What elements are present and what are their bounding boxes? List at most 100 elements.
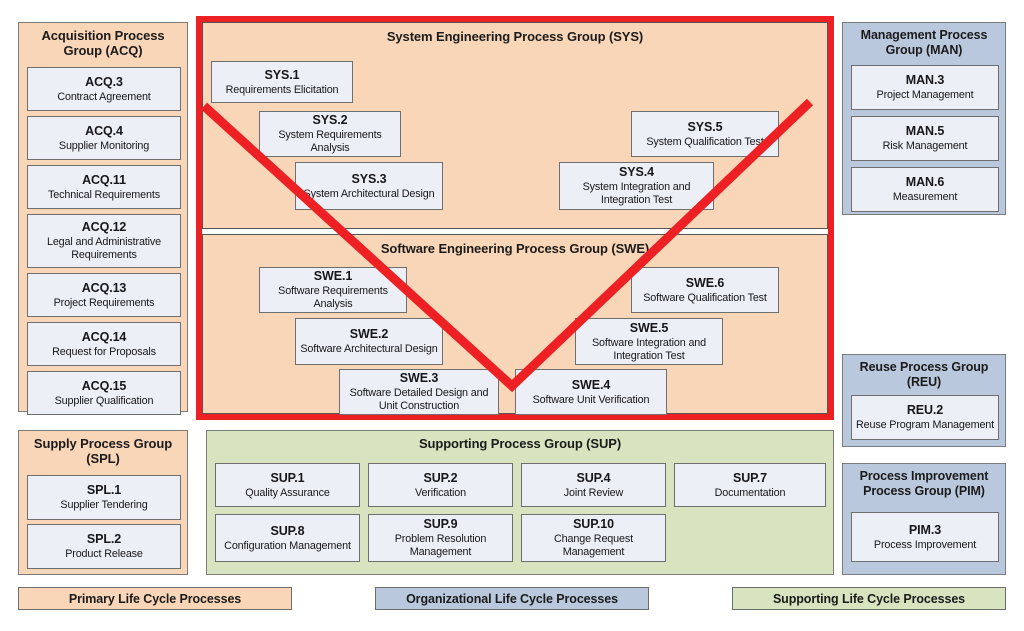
process-name: Requirements Elicitation: [225, 83, 339, 96]
process-id: REU.2: [906, 403, 944, 418]
system-engineering-process-group-title: System Engineering Process Group (SYS): [386, 29, 644, 44]
process-name: Change Request Management: [554, 533, 633, 558]
process-id: SWE.3: [399, 371, 439, 386]
process-box-acq-11[interactable]: ACQ.11 Technical Requirements: [27, 165, 181, 209]
process-name: Problem Resolution Management: [394, 533, 487, 558]
process-name: Project Requirements: [53, 296, 155, 309]
process-name: Measurement: [892, 191, 958, 204]
process-name: Supplier Tendering: [60, 499, 148, 512]
process-box-man-6[interactable]: MAN.6 Measurement: [851, 167, 999, 212]
process-id: SUP.7: [732, 470, 767, 485]
management-process-group-title: Management Process Group (MAN): [860, 28, 988, 57]
process-name: Quality Assurance: [245, 486, 330, 499]
legend-primary-life-cycle: Primary Life Cycle Processes: [18, 587, 292, 610]
process-box-sup-10[interactable]: SUP.10 Change Request Management: [521, 514, 666, 562]
process-improvement-process-group-title: Process Improvement Process Group (PIM): [859, 469, 989, 498]
process-box-reu-2[interactable]: REU.2 Reuse Program Management: [851, 395, 999, 440]
process-name: Joint Review: [563, 486, 624, 499]
process-id: SPL.1: [86, 483, 122, 498]
process-box-swe-3[interactable]: SWE.3 Software Detailed Design and Unit …: [339, 369, 499, 415]
process-id: SWE.4: [571, 377, 611, 392]
process-box-man-3[interactable]: MAN.3 Project Management: [851, 65, 999, 110]
management-process-group: Management Process Group (MAN) MAN.3 Pro…: [842, 22, 1006, 215]
process-box-acq-15[interactable]: ACQ.15 Supplier Qualification: [27, 371, 181, 415]
process-id: SYS.1: [264, 67, 300, 82]
process-name: Legal and Administrative Requirements: [46, 236, 162, 261]
process-box-swe-4[interactable]: SWE.4 Software Unit Verification: [515, 369, 667, 415]
reuse-process-group-title: Reuse Process Group (REU): [859, 360, 989, 389]
process-name: Software Unit Verification: [532, 393, 650, 406]
process-id: SWE.6: [685, 275, 725, 290]
process-name: Technical Requirements: [48, 188, 160, 201]
process-id: SUP.1: [270, 470, 305, 485]
process-box-sys-4[interactable]: SYS.4 System Integration and Integration…: [559, 162, 714, 210]
process-id: SPL.2: [86, 532, 122, 547]
process-name: Documentation: [714, 486, 786, 499]
process-name: System Qualification Test: [646, 135, 764, 148]
process-box-sys-5[interactable]: SYS.5 System Qualification Test: [631, 111, 779, 157]
process-name: Verification: [414, 486, 466, 499]
process-name: Configuration Management: [224, 539, 351, 552]
process-box-sys-1[interactable]: SYS.1 Requirements Elicitation: [211, 61, 353, 103]
process-box-swe-5[interactable]: SWE.5 Software Integration and Integrati…: [575, 318, 723, 365]
process-id: SWE.5: [629, 320, 669, 335]
supply-process-group: Supply Process Group (SPL) SPL.1 Supplie…: [18, 430, 188, 575]
process-box-sup-4[interactable]: SUP.4 Joint Review: [521, 463, 666, 507]
process-box-acq-14[interactable]: ACQ.14 Request for Proposals: [27, 322, 181, 366]
process-name: Process Improvement: [873, 538, 977, 551]
process-id: ACQ.4: [85, 123, 123, 138]
process-id: SYS.3: [351, 171, 387, 186]
process-id: MAN.3: [905, 73, 945, 88]
process-box-sup-2[interactable]: SUP.2 Verification: [368, 463, 513, 507]
process-id: ACQ.12: [81, 220, 127, 235]
process-box-sys-3[interactable]: SYS.3 System Architectural Design: [295, 162, 443, 210]
process-box-man-5[interactable]: MAN.5 Risk Management: [851, 116, 999, 161]
process-name: System Integration and Integration Test: [582, 181, 691, 206]
process-box-spl-2[interactable]: SPL.2 Product Release: [27, 524, 181, 569]
process-box-pim-3[interactable]: PIM.3 Process Improvement: [851, 512, 999, 562]
process-box-acq-3[interactable]: ACQ.3 Contract Agreement: [27, 67, 181, 111]
process-box-sys-2[interactable]: SYS.2 System Requirements Analysis: [259, 111, 401, 157]
acquisition-process-group: Acquisition Process Group (ACQ) ACQ.3 Co…: [18, 22, 188, 415]
process-name: Software Integration and Integration Tes…: [591, 336, 707, 362]
process-id: MAN.5: [905, 124, 945, 139]
supply-process-group-title: Supply Process Group (SPL): [33, 436, 173, 467]
process-id: SUP.10: [573, 517, 614, 532]
process-box-swe-2[interactable]: SWE.2 Software Architectural Design: [295, 318, 443, 365]
process-name: Software Architectural Design: [300, 343, 438, 356]
supporting-process-group-title: Supporting Process Group (SUP): [418, 436, 622, 451]
process-box-acq-4[interactable]: ACQ.4 Supplier Monitoring: [27, 116, 181, 160]
process-box-sup-1[interactable]: SUP.1 Quality Assurance: [215, 463, 360, 507]
process-name: Risk Management: [882, 140, 968, 153]
software-engineering-process-group: Software Engineering Process Group (SWE)…: [202, 234, 828, 415]
process-id: SWE.1: [313, 269, 353, 284]
process-box-swe-6[interactable]: SWE.6 Software Qualification Test: [631, 267, 779, 313]
process-id: ACQ.14: [81, 329, 127, 344]
process-id: ACQ.15: [81, 378, 127, 393]
process-name: Reuse Program Management: [855, 419, 995, 432]
process-name: Software Detailed Design and Unit Constr…: [349, 387, 489, 412]
process-box-swe-1[interactable]: SWE.1 Software Requirements Analysis: [259, 267, 407, 313]
process-box-sup-8[interactable]: SUP.8 Configuration Management: [215, 514, 360, 562]
process-id: SYS.4: [619, 165, 654, 180]
system-engineering-process-group: System Engineering Process Group (SYS) S…: [202, 22, 828, 229]
process-name: Software Requirements Analysis: [278, 285, 388, 310]
process-name: System Requirements Analysis: [278, 129, 382, 154]
process-box-acq-13[interactable]: ACQ.13 Project Requirements: [27, 273, 181, 317]
acquisition-process-group-title: Acquisition Process Group (ACQ): [41, 28, 165, 59]
process-id: SWE.2: [349, 327, 389, 342]
process-id: SUP.9: [423, 517, 458, 532]
software-engineering-process-group-title: Software Engineering Process Group (SWE): [380, 241, 650, 256]
process-id: PIM.3: [908, 522, 942, 537]
process-box-acq-12[interactable]: ACQ.12 Legal and Administrative Requirem…: [27, 214, 181, 268]
process-id: SYS.2: [312, 113, 348, 128]
process-box-sup-9[interactable]: SUP.9 Problem Resolution Management: [368, 514, 513, 562]
legend-organizational-label: Organizational Life Cycle Processes: [406, 591, 618, 606]
process-box-spl-1[interactable]: SPL.1 Supplier Tendering: [27, 475, 181, 520]
process-id: SUP.2: [423, 470, 458, 485]
process-id: MAN.6: [905, 175, 945, 190]
process-box-sup-7[interactable]: SUP.7 Documentation: [674, 463, 826, 507]
process-name: Project Management: [876, 89, 974, 102]
process-name: Supplier Qualification: [54, 394, 154, 407]
process-id: ACQ.13: [81, 280, 127, 295]
